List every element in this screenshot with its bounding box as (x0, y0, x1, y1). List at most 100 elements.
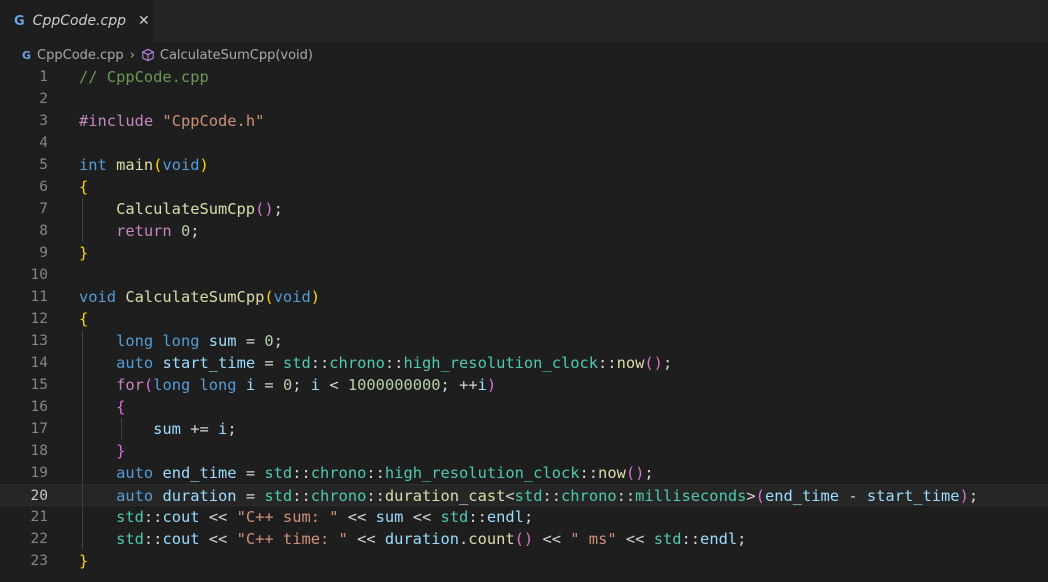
indent-guide (82, 330, 83, 550)
code-token: cout (162, 530, 200, 548)
code-token: :: (143, 530, 163, 548)
indent-guide (82, 198, 83, 242)
code-token: i (477, 376, 487, 394)
code-line[interactable]: 6{ (0, 176, 1048, 198)
breadcrumb-symbol[interactable]: CalculateSumCpp(void) (160, 48, 313, 63)
code-line[interactable]: 5 int main(void) (0, 154, 1048, 176)
line-number: 16 (30, 399, 48, 415)
code-line[interactable]: 20 auto duration = std::chrono::duration… (0, 484, 1048, 506)
code-token: auto (116, 464, 154, 482)
code-line[interactable]: 19 auto end_time = std::chrono::high_res… (0, 462, 1048, 484)
code-line[interactable]: 1 // CppCode.cpp (0, 66, 1048, 88)
line-number: 15 (30, 377, 48, 393)
code-token: << (347, 530, 385, 548)
close-icon[interactable]: ✕ (138, 13, 150, 29)
breadcrumb-file[interactable]: CppCode.cpp (37, 48, 124, 63)
breadcrumb: G CppCode.cpp › CalculateSumCpp(void) (0, 42, 1048, 68)
code-line[interactable]: 22 std::cout << "C++ time: " << duration… (0, 528, 1048, 550)
line-number: 11 (30, 289, 48, 305)
code-token: = (255, 354, 283, 372)
code-text: { (79, 396, 125, 418)
code-line[interactable]: 7 CalculateSumCpp(); (0, 198, 1048, 220)
code-token: high_resolution_clock (384, 464, 580, 482)
editor-tab-cppcode[interactable]: G CppCode.cpp ✕ (0, 0, 154, 42)
code-line[interactable]: 14 auto start_time = std::chrono::high_r… (0, 352, 1048, 374)
code-token: ; (523, 508, 534, 526)
line-number: 6 (39, 179, 48, 195)
code-token: main (116, 156, 154, 174)
code-token: :: (292, 464, 311, 482)
code-text: std::cout << "C++ time: " << duration.co… (79, 528, 746, 550)
code-text: std::cout << "C++ sum: " << sum << std::… (79, 506, 533, 528)
code-token: :: (468, 508, 487, 526)
code-token: "CppCode.h" (162, 112, 265, 130)
code-text: #include "CppCode.h" (79, 110, 264, 132)
code-text: return 0; (79, 220, 200, 242)
code-token: ( (264, 288, 274, 306)
line-number: 4 (39, 135, 48, 151)
code-line[interactable]: 17 sum += i; (0, 418, 1048, 440)
code-line[interactable]: 12 { (0, 308, 1048, 330)
code-line[interactable]: 21 std::cout << "C++ sum: " << sum << st… (0, 506, 1048, 528)
code-token: << (199, 508, 237, 526)
line-number: 14 (30, 355, 48, 371)
code-token: endl (700, 530, 738, 548)
code-line[interactable]: 8 return 0; (0, 220, 1048, 242)
code-line[interactable]: 4 (0, 132, 1048, 154)
code-token: i (218, 420, 228, 438)
code-line[interactable]: 11 void CalculateSumCpp(void) (0, 286, 1048, 308)
code-token: << (199, 530, 237, 548)
code-line[interactable]: 15 for(long long i = 0; i < 1000000000; … (0, 374, 1048, 396)
code-line[interactable]: 10 (0, 264, 1048, 286)
code-token: 1000000000 (347, 376, 441, 394)
code-token: ) (959, 487, 969, 505)
code-token: ; (190, 222, 200, 240)
code-token: sum (153, 420, 181, 438)
code-token: ( (143, 376, 154, 394)
code-token: } (116, 442, 126, 460)
code-token: ; (273, 332, 283, 350)
code-token: auto (116, 487, 154, 505)
line-number: 1 (39, 69, 48, 85)
code-line[interactable]: 18 } (0, 440, 1048, 462)
code-token: std (440, 508, 469, 526)
code-token: chrono (310, 487, 367, 505)
code-token: = (236, 464, 265, 482)
code-token: std (264, 464, 293, 482)
code-token: duration (162, 487, 237, 505)
line-number: 9 (39, 245, 48, 261)
code-token: milliseconds (635, 487, 747, 505)
code-line[interactable]: 2 (0, 88, 1048, 110)
code-token: // CppCode.cpp (79, 68, 209, 86)
code-token: std (116, 508, 144, 526)
code-line[interactable]: 3 #include "CppCode.h" (0, 110, 1048, 132)
code-text: long long sum = 0; (79, 330, 283, 352)
code-line[interactable]: 23} (0, 550, 1048, 572)
code-token: < (320, 376, 348, 394)
code-line[interactable]: 13 long long sum = 0; (0, 330, 1048, 352)
code-editor[interactable]: 1// CppCode.cpp 2 3 #include "CppCode.h" 4 5 i… (0, 66, 1048, 582)
code-token: auto (116, 354, 154, 372)
code-text: } (79, 440, 125, 462)
line-number: 17 (30, 421, 48, 437)
line-number: 2 (39, 91, 48, 107)
code-token: ; (227, 420, 237, 438)
line-number: 23 (30, 553, 48, 569)
code-token: { (79, 178, 89, 196)
code-line[interactable]: 16 { (0, 396, 1048, 418)
code-token: :: (579, 464, 599, 482)
line-number: 20 (30, 488, 48, 504)
code-token: :: (366, 464, 385, 482)
line-number: 19 (30, 465, 48, 481)
code-line[interactable]: 9} (0, 242, 1048, 264)
code-text: sum += i; (79, 418, 237, 440)
code-token: { (79, 310, 89, 328)
code-token: chrono (329, 354, 385, 372)
code-text: CalculateSumCpp(); (79, 198, 283, 220)
